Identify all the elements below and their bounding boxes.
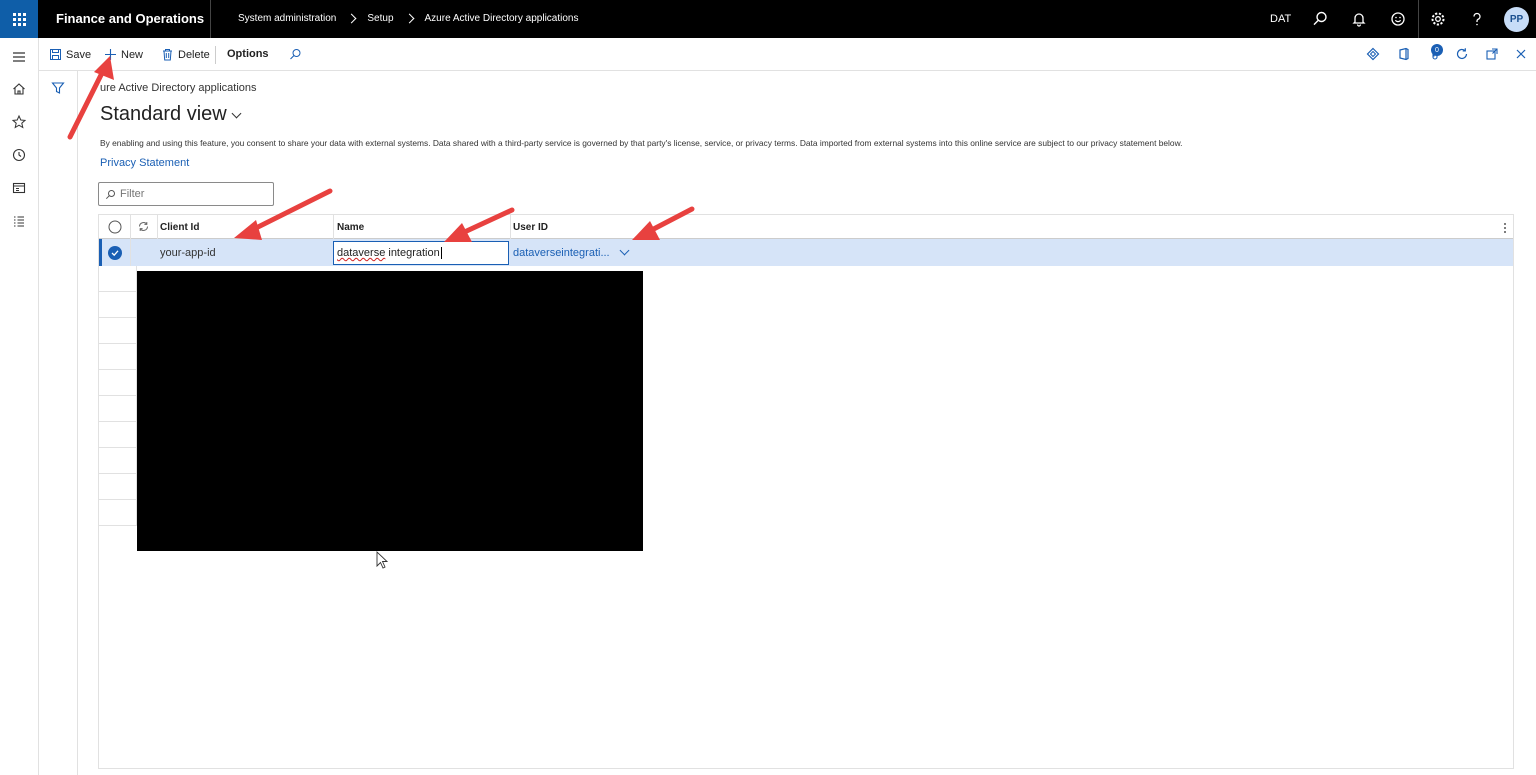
- options-tab[interactable]: Options: [227, 48, 269, 60]
- trash-icon: [163, 49, 172, 61]
- company-picker[interactable]: DAT: [1270, 13, 1291, 25]
- name-input[interactable]: dataverse integration: [333, 241, 509, 265]
- page-title: Standard view: [100, 103, 227, 125]
- chevron-right-icon: [346, 13, 357, 24]
- empty-row: [99, 500, 137, 526]
- close-icon[interactable]: [1514, 47, 1528, 61]
- save-button[interactable]: Save: [49, 48, 91, 61]
- modules-list-icon[interactable]: [11, 213, 27, 229]
- consent-text: By enabling and using this feature, you …: [100, 138, 1183, 148]
- save-icon: [50, 49, 61, 60]
- empty-row: [99, 344, 137, 370]
- more-options-icon[interactable]: [1503, 222, 1507, 234]
- app-launcher-button[interactable]: [0, 0, 38, 38]
- name-spellcheck-word: dataverse: [337, 247, 386, 259]
- attachment-count-badge: 0: [1431, 44, 1443, 56]
- refresh-icon[interactable]: [1455, 47, 1469, 61]
- empty-row: [99, 474, 137, 500]
- chevron-right-icon: [404, 13, 414, 24]
- view-selector[interactable]: Standard view: [100, 103, 242, 126]
- redacted-area: [137, 271, 643, 551]
- delete-label: Delete: [178, 48, 210, 61]
- column-header-client-id[interactable]: Client Id: [160, 222, 199, 233]
- search-icon[interactable]: [1311, 10, 1329, 28]
- user-id-lookup[interactable]: dataverseintegrati...: [513, 247, 610, 259]
- smiley-icon[interactable]: [1389, 10, 1407, 28]
- column-header-user-id[interactable]: User ID: [513, 222, 548, 233]
- refresh-icon[interactable]: [137, 220, 150, 233]
- crumb-system-administration[interactable]: System administration: [238, 13, 336, 24]
- client-id-cell[interactable]: your-app-id: [160, 247, 216, 259]
- office-icon[interactable]: [1397, 47, 1411, 61]
- empty-row: [99, 396, 137, 422]
- filter-funnel-icon[interactable]: [51, 81, 65, 95]
- top-breadcrumb: System administration Setup Azure Active…: [238, 13, 578, 24]
- help-icon[interactable]: [1468, 10, 1486, 28]
- filter-input[interactable]: [120, 188, 260, 200]
- chevron-down-icon: [231, 108, 242, 118]
- power-apps-icon[interactable]: [1366, 47, 1380, 61]
- bell-icon[interactable]: [1350, 10, 1368, 28]
- crumb-setup[interactable]: Setup: [367, 13, 393, 24]
- top-bar: Finance and Operations System administra…: [0, 0, 1536, 38]
- gear-icon[interactable]: [1429, 10, 1447, 28]
- privacy-statement-link[interactable]: Privacy Statement: [100, 157, 189, 169]
- home-icon[interactable]: [11, 81, 27, 97]
- avatar[interactable]: PP: [1504, 7, 1529, 32]
- new-label: New: [121, 48, 144, 61]
- recent-clock-icon[interactable]: [11, 147, 27, 163]
- hamburger-icon[interactable]: [11, 49, 27, 65]
- app-title[interactable]: Finance and Operations: [56, 11, 204, 26]
- empty-row: [99, 448, 137, 474]
- filter-pane: [39, 71, 78, 775]
- empty-row: [99, 422, 137, 448]
- delete-button[interactable]: Delete: [161, 48, 210, 61]
- search-icon: [105, 189, 115, 199]
- crumb-aad-applications[interactable]: Azure Active Directory applications: [425, 13, 579, 24]
- workspaces-icon[interactable]: [11, 180, 27, 196]
- grid-filter-box[interactable]: [98, 182, 274, 206]
- open-new-window-icon[interactable]: [1485, 47, 1499, 61]
- star-icon[interactable]: [11, 114, 27, 130]
- name-rest: integration: [385, 247, 440, 259]
- select-all-circle-icon[interactable]: [108, 220, 122, 234]
- plus-icon: [105, 49, 116, 60]
- empty-row: [99, 266, 137, 292]
- page-breadcrumb: ure Active Directory applications: [100, 82, 257, 94]
- empty-row: [99, 370, 137, 396]
- empty-row: [99, 292, 137, 318]
- grid-header: Client Id Name User ID: [99, 215, 1513, 239]
- row-selected-checkmark-icon[interactable]: [108, 246, 122, 260]
- search-icon[interactable]: [289, 48, 302, 61]
- save-label: Save: [66, 48, 92, 61]
- action-pane: Save New Delete Options 0: [39, 38, 1536, 71]
- new-button[interactable]: New: [104, 48, 143, 61]
- chevron-down-icon[interactable]: [619, 245, 630, 256]
- table-row[interactable]: your-app-id dataverse integration datave…: [99, 239, 1513, 266]
- column-header-name[interactable]: Name: [337, 222, 364, 233]
- left-nav: [0, 38, 39, 775]
- waffle-icon: [12, 12, 26, 26]
- empty-row: [99, 318, 137, 344]
